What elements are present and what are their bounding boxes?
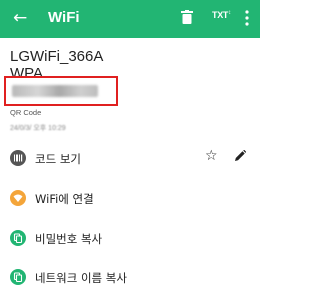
action-label: WiFi에 연결 [35, 192, 94, 206]
txt-label: TXT [212, 10, 229, 20]
action-label: 네트워크 이름 복사 [35, 271, 127, 285]
txt-arrow-icon: ↕ [228, 10, 231, 16]
app-bar: ← WiFi TXT↕ [0, 0, 260, 38]
wifi-icon [10, 190, 26, 206]
action-label: 코드 보기 [35, 152, 81, 166]
copy-icon [10, 269, 26, 285]
highlight-box [4, 76, 118, 106]
network-ssid: LGWiFi_366A [10, 48, 104, 65]
action-copy-password[interactable]: 비밀번호 복사 [0, 221, 260, 257]
trash-icon[interactable] [181, 10, 193, 24]
barcode-icon [10, 150, 26, 166]
copy-icon [10, 230, 26, 246]
more-vert-icon[interactable] [244, 10, 250, 26]
action-label: 비밀번호 복사 [35, 232, 103, 246]
qr-code-label: QR Code [10, 108, 42, 117]
star-icon[interactable]: ☆ [205, 149, 218, 163]
page-title: WiFi [48, 9, 80, 26]
scan-date: 24/0/3/ 오후 10:29 [10, 125, 66, 132]
action-connect-wifi[interactable]: WiFi에 연결 [0, 181, 260, 217]
edit-pencil-icon[interactable] [234, 150, 246, 162]
action-view-code[interactable]: 코드 보기 ☆ [0, 141, 260, 177]
back-arrow-icon[interactable]: ← [13, 10, 27, 27]
txt-export-button[interactable]: TXT↕ [212, 10, 231, 20]
action-copy-network-name[interactable]: 네트워크 이름 복사 [0, 260, 260, 296]
